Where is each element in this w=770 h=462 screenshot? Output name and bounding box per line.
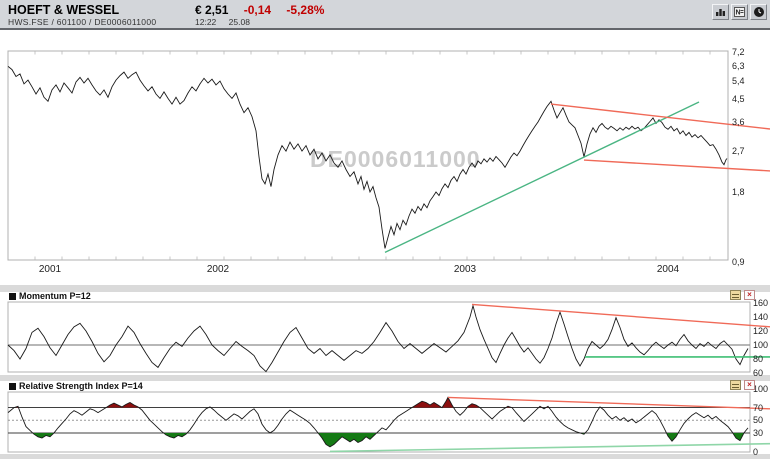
clock-icon: [753, 7, 764, 17]
momentum-legend-label: Momentum P=12: [19, 291, 91, 301]
rsi-legend: Relative Strength Index P=14: [9, 381, 143, 391]
bar-chart-button[interactable]: [712, 4, 729, 20]
news-button[interactable]: N: [731, 4, 748, 20]
last-price: € 2,51: [195, 3, 229, 17]
instrument-ids: HWS.FSE / 601100 / DE0006011000: [8, 17, 157, 27]
momentum-close-button[interactable]: ×: [744, 290, 755, 300]
clock-button[interactable]: [750, 4, 767, 20]
instrument-title: HOEFT & WESSEL: [8, 3, 120, 17]
rsi-plot[interactable]: [8, 392, 750, 452]
rsi-legend-label: Relative Strength Index P=14: [19, 381, 143, 391]
price-change-percent: -5,28%: [286, 3, 325, 17]
svg-text:N: N: [736, 10, 741, 17]
rsi-close-button[interactable]: ×: [744, 380, 755, 390]
main-chart-plot[interactable]: [8, 51, 728, 260]
momentum-plot[interactable]: [8, 302, 750, 372]
bar-chart-icon: [716, 9, 725, 16]
rsi-settings-button[interactable]: [730, 380, 741, 390]
stock-chart-app: DE0006011000 7,2 6,3 5,4 4,5 3,6 2,7 1,8 0,9 200…: [0, 0, 770, 462]
quote-date: 25.08: [228, 17, 250, 27]
momentum-settings-button[interactable]: [730, 290, 741, 300]
momentum-legend: Momentum P=12: [9, 291, 91, 301]
price-change: -0,14: [243, 3, 272, 17]
news-icon: N: [734, 7, 745, 17]
header: HOEFT & WESSEL HWS.FSE / 601100 / DE0006…: [0, 0, 770, 30]
momentum-legend-swatch: [9, 292, 16, 300]
quote-time: 12:22: [195, 17, 217, 27]
rsi-legend-swatch: [9, 382, 16, 390]
header-toolbar: N: [712, 4, 767, 20]
